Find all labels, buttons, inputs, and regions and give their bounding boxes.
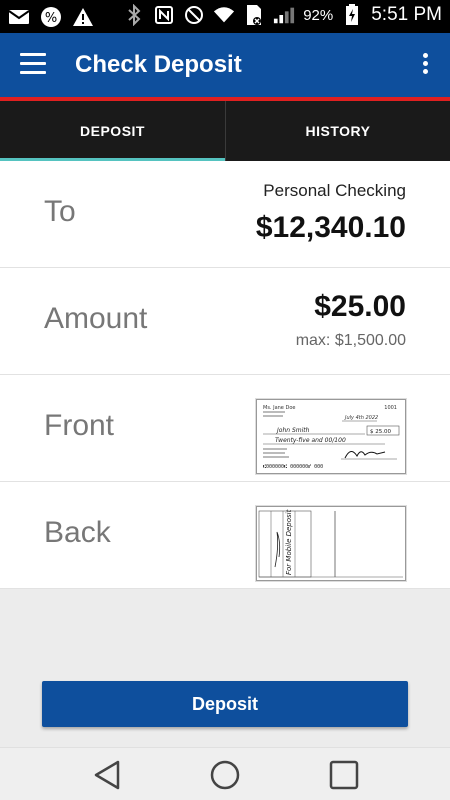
percent-badge-icon: %: [40, 6, 62, 28]
check-front-amount: $ 25.00: [370, 429, 391, 435]
amount-max: max: $1,500.00: [295, 332, 406, 349]
status-bar: % 92% 5:51 PM: [0, 0, 450, 33]
front-image-row[interactable]: Front Ms. Jane Doe 1001 July 4th 2022 Jo…: [0, 375, 450, 482]
check-front-amount-words: Twenty-five and 00/100: [275, 437, 346, 444]
battery-percent: 92%: [303, 6, 334, 24]
check-back-endorsement: For Mobile Deposit: [285, 509, 293, 575]
tab-history[interactable]: HISTORY: [225, 101, 450, 161]
hamburger-menu-icon[interactable]: [20, 53, 48, 77]
app-bar: Check Deposit: [0, 33, 450, 97]
mail-icon: [8, 6, 30, 28]
status-notifications: %: [8, 6, 94, 28]
amount-value: $25.00: [314, 290, 406, 323]
bluetooth-icon: [123, 4, 145, 26]
warning-icon: [72, 6, 94, 28]
check-front-name: Ms. Jane Doe: [263, 405, 295, 411]
svg-text:%: %: [45, 11, 57, 26]
tab-deposit[interactable]: DEPOSIT: [0, 101, 225, 161]
amount-row[interactable]: Amount $25.00 max: $1,500.00: [0, 268, 450, 375]
back-nav-icon[interactable]: [90, 758, 124, 792]
home-nav-icon[interactable]: [208, 758, 242, 792]
nfc-icon: [153, 4, 175, 26]
system-nav-bar: [0, 747, 450, 800]
to-label: To: [44, 195, 76, 228]
recents-nav-icon[interactable]: [327, 758, 361, 792]
amount-label: Amount: [44, 302, 148, 335]
front-label: Front: [44, 409, 115, 442]
deposit-form: To Personal Checking $12,340.10 Amount $…: [0, 161, 450, 589]
check-front-thumbnail[interactable]: Ms. Jane Doe 1001 July 4th 2022 John Smi…: [256, 399, 406, 474]
overflow-menu-icon[interactable]: [420, 53, 430, 79]
battery-charging-icon: [341, 4, 363, 26]
account-name: Personal Checking: [263, 181, 406, 200]
check-front-date: July 4th 2022: [344, 415, 378, 421]
back-image-row[interactable]: Back For Mobile Deposit: [0, 482, 450, 589]
check-front-number: 1001: [384, 405, 397, 411]
do-not-disturb-icon: [183, 4, 205, 26]
check-front-micr: ⑆000000⑆ 000000⑈ 000: [263, 464, 323, 470]
to-account-row[interactable]: To Personal Checking $12,340.10: [0, 161, 450, 268]
sim-card-icon: [243, 4, 265, 26]
check-back-thumbnail[interactable]: For Mobile Deposit: [256, 506, 406, 581]
signal-icon: [273, 4, 295, 26]
wifi-icon: [213, 4, 235, 26]
tab-bar: DEPOSIT HISTORY: [0, 101, 450, 161]
back-label: Back: [44, 516, 111, 549]
status-system: 92% 5:51 PM: [123, 4, 442, 26]
clock: 5:51 PM: [371, 4, 442, 25]
page-title: Check Deposit: [75, 51, 242, 78]
account-balance: $12,340.10: [255, 211, 406, 244]
check-front-payee: John Smith: [276, 427, 310, 434]
deposit-button[interactable]: Deposit: [42, 681, 408, 727]
